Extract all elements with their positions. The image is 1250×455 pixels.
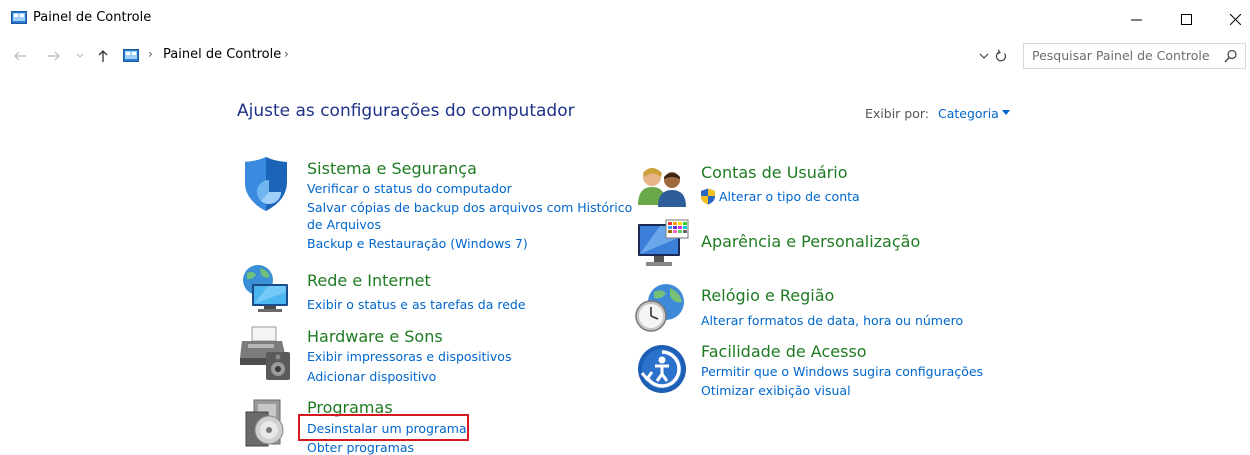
up-arrow-icon [98,50,108,62]
view-by-label: Exibir por: [865,106,930,121]
breadcrumb-control-panel[interactable]: Painel de Controle [163,47,281,62]
recent-locations-button[interactable] [74,46,86,66]
forward-arrow-icon [48,51,60,61]
search-icon[interactable] [1224,49,1238,63]
breadcrumb-separator[interactable]: › [284,47,289,61]
page-title: Ajuste as configurações do computador [237,101,575,121]
window-title: Painel de Controle [33,10,152,25]
forward-button[interactable] [46,46,62,66]
clock-globe-icon [635,284,684,332]
task-link[interactable]: Salvar cópias de backup dos arquivos com… [307,200,632,215]
category-appearance-personalization[interactable]: Aparência e Personalização [701,232,920,251]
up-button[interactable] [95,46,111,66]
programs-disc-icon [245,399,284,447]
category-network-internet[interactable]: Rede e Internet [307,271,431,290]
maximize-button[interactable] [1164,4,1208,34]
back-arrow-icon [14,51,26,61]
close-button[interactable] [1213,4,1250,34]
control-panel-icon [123,49,139,62]
refresh-icon [995,49,1007,62]
task-link[interactable]: Obter programas [307,440,414,455]
users-icon [638,168,686,207]
maximize-icon [1180,13,1192,25]
search-box[interactable] [1023,43,1246,69]
view-by-dropdown[interactable]: Categoria [938,106,999,121]
task-link[interactable]: Exibir impressoras e dispositivos [307,349,511,364]
category-system-security[interactable]: Sistema e Segurança [307,159,477,178]
task-link[interactable]: de Arquivos [307,217,381,232]
category-clock-region[interactable]: Relógio e Região [701,286,834,305]
category-ease-of-access[interactable]: Facilidade de Acesso [701,342,867,361]
task-link[interactable]: Alterar formatos de data, hora ou número [701,313,963,328]
ease-of-access-icon [638,345,686,393]
minimize-icon [1130,19,1142,20]
network-globe-icon [243,265,288,312]
uac-shield-icon [701,188,715,205]
dropdown-caret-icon[interactable] [1002,110,1010,115]
task-link[interactable]: Permitir que o Windows sugira configuraç… [701,364,983,379]
highlight-box [298,414,469,441]
minimize-button[interactable] [1114,4,1158,34]
control-panel-icon [11,11,27,24]
refresh-button[interactable] [993,46,1009,66]
task-link[interactable]: Verificar o status do computador [307,181,512,196]
address-dropdown-button[interactable] [977,46,991,66]
task-link[interactable]: Adicionar dispositivo [307,369,436,384]
monitor-palette-icon [638,219,689,266]
category-user-accounts[interactable]: Contas de Usuário [701,163,848,182]
chevron-down-icon [76,53,84,58]
back-button[interactable] [12,46,28,66]
task-link[interactable]: Backup e Restauração (Windows 7) [307,236,528,251]
shield-icon [245,157,287,211]
breadcrumb-separator[interactable]: › [148,47,153,61]
task-link[interactable]: Otimizar exibição visual [701,383,851,398]
printer-speaker-icon [240,326,290,380]
chevron-down-icon [979,53,989,59]
task-link[interactable]: Exibir o status e as tarefas da rede [307,297,526,312]
search-input[interactable] [1032,48,1212,63]
task-link[interactable]: Alterar o tipo de conta [719,189,860,204]
category-hardware-sound[interactable]: Hardware e Sons [307,327,443,346]
close-icon [1229,13,1241,25]
